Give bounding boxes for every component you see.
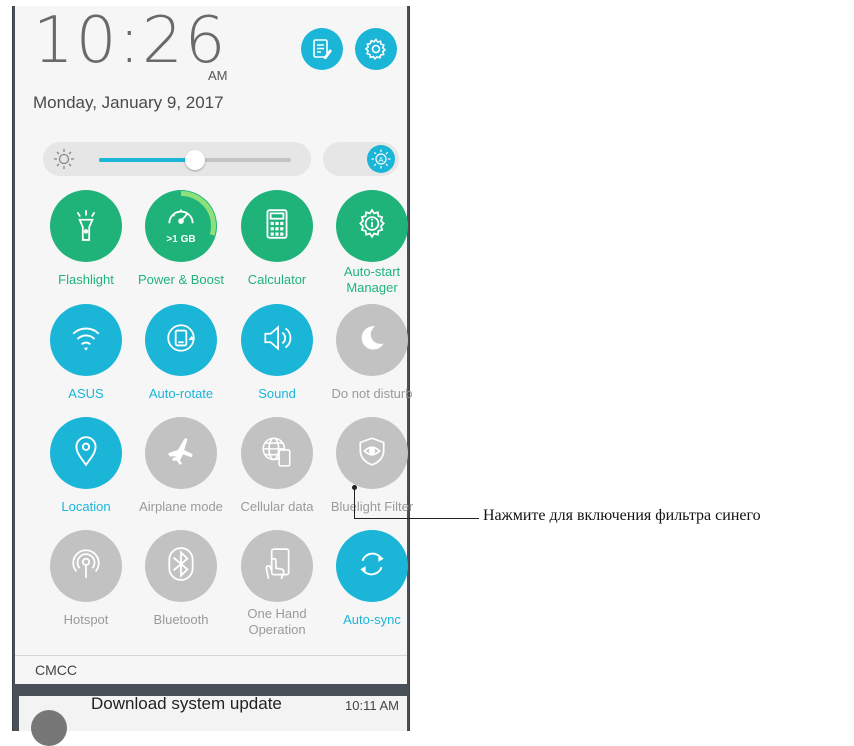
tile-button[interactable]: >1 GB <box>145 190 217 262</box>
settings-button[interactable] <box>355 28 397 70</box>
brightness-track[interactable] <box>99 150 291 170</box>
phone-frame: 10:26 AM Monday, January 9, 2017 A Flash… <box>12 4 413 746</box>
tile-bluetooth[interactable]: Bluetooth <box>133 530 229 628</box>
tile-label: Sound <box>258 386 296 401</box>
tile-hotspot[interactable]: Hotspot <box>38 530 134 628</box>
tile-label: Location <box>61 499 111 514</box>
notification-card[interactable]: Download system update 10:11 AM <box>19 694 407 746</box>
auto-brightness-knob: A <box>367 145 395 173</box>
clock: 10:26 <box>33 4 228 78</box>
tile-label: ASUS <box>68 386 104 401</box>
sync-icon <box>355 547 389 586</box>
speaker-icon <box>260 321 294 360</box>
tile-button[interactable] <box>336 304 408 376</box>
download-icon <box>31 710 67 746</box>
tile-asus[interactable]: ASUS <box>38 304 134 402</box>
auto-brightness-toggle[interactable]: A <box>323 142 399 176</box>
carrier-divider <box>15 655 407 656</box>
quick-settings-panel: 10:26 AM Monday, January 9, 2017 A Flash… <box>15 4 413 684</box>
tile-label: Cellular data <box>240 499 314 514</box>
tile-button[interactable] <box>145 530 217 602</box>
tile-bluelight-filter[interactable]: Bluelight Filter <box>324 417 420 515</box>
globe-phone-icon <box>260 434 294 473</box>
callout-text: Нажмите для включения фильтра синего <box>483 507 761 524</box>
tile-auto-sync[interactable]: Auto-sync <box>324 530 420 628</box>
moon-icon <box>355 321 389 360</box>
tile-calculator[interactable]: Calculator <box>229 190 325 288</box>
tile-label: Hotspot <box>63 612 109 627</box>
tile-label: Auto-start Manager <box>343 264 401 295</box>
brightness-thumb[interactable] <box>185 150 205 170</box>
tile-button[interactable] <box>336 417 408 489</box>
tile-label: Power & Boost <box>138 272 224 287</box>
tile-button[interactable] <box>241 190 313 262</box>
edit-quick-settings-button[interactable] <box>301 28 343 70</box>
calculator-icon <box>260 207 294 246</box>
edit-list-icon <box>313 39 332 59</box>
tile-label: Bluetooth <box>153 612 209 627</box>
brightness-sun-icon <box>54 149 74 169</box>
wifi-icon <box>69 321 103 360</box>
eye-shield-icon <box>355 434 389 473</box>
tile-flashlight[interactable]: Flashlight <box>38 190 134 288</box>
tile-button[interactable] <box>50 304 122 376</box>
notification-time: 10:11 AM <box>345 698 399 713</box>
tile-label: Airplane mode <box>139 499 223 514</box>
flashlight-icon <box>69 207 103 246</box>
tile-button[interactable] <box>336 190 408 262</box>
tile-auto-start-manager[interactable]: Auto-start Manager <box>324 190 420 296</box>
tile-do-not-disturb[interactable]: Do not disturb <box>324 304 420 402</box>
tile-button[interactable] <box>145 417 217 489</box>
tile-airplane-mode[interactable]: Airplane mode <box>133 417 229 515</box>
tile-auto-rotate[interactable]: Auto-rotate <box>133 304 229 402</box>
notification-title: Download system update <box>91 694 282 713</box>
callout-line-horizontal <box>354 518 479 519</box>
tile-button[interactable] <box>145 304 217 376</box>
tile-label: Calculator <box>247 272 307 287</box>
rotate-icon <box>164 321 198 360</box>
tile-label: Flashlight <box>58 272 114 287</box>
boost-ring <box>146 191 216 261</box>
tile-one-hand-operation[interactable]: One Hand Operation <box>229 530 325 638</box>
tile-label: Auto-sync <box>343 612 401 627</box>
tile-label: Bluelight Filter <box>330 499 414 514</box>
tile-button[interactable] <box>336 530 408 602</box>
svg-text:A: A <box>378 155 383 164</box>
tile-button[interactable] <box>50 190 122 262</box>
tile-label: Auto-rotate <box>148 386 214 401</box>
hotspot-icon <box>69 547 103 586</box>
one-hand-icon <box>260 547 294 586</box>
airplane-icon <box>164 434 198 473</box>
auto-brightness-icon: A <box>371 149 391 169</box>
bluetooth-icon <box>164 546 198 586</box>
location-pin-icon <box>69 434 103 473</box>
tile-label: One Hand Operation <box>247 606 307 637</box>
gear-icon <box>364 38 387 61</box>
date-label: Monday, January 9, 2017 <box>33 93 224 112</box>
brightness-slider[interactable] <box>43 142 311 176</box>
memory-badge: >1 GB <box>166 234 196 245</box>
tile-sound[interactable]: Sound <box>229 304 325 402</box>
callout-line-vertical <box>354 487 355 518</box>
tile-button[interactable] <box>241 304 313 376</box>
tile-label: Do not disturb <box>331 386 413 401</box>
tile-location[interactable]: Location <box>38 417 134 515</box>
tile-button[interactable] <box>50 417 122 489</box>
gear-info-icon <box>355 207 389 246</box>
tile-button[interactable] <box>241 530 313 602</box>
clock-ampm: AM <box>208 68 228 83</box>
tile-button[interactable] <box>50 530 122 602</box>
tile-button[interactable] <box>241 417 313 489</box>
carrier-label: CMCC <box>35 662 77 678</box>
tile-cellular-data[interactable]: Cellular data <box>229 417 325 515</box>
tile-power-boost[interactable]: >1 GB Power & Boost <box>133 190 229 288</box>
brightness-fill <box>99 158 195 162</box>
